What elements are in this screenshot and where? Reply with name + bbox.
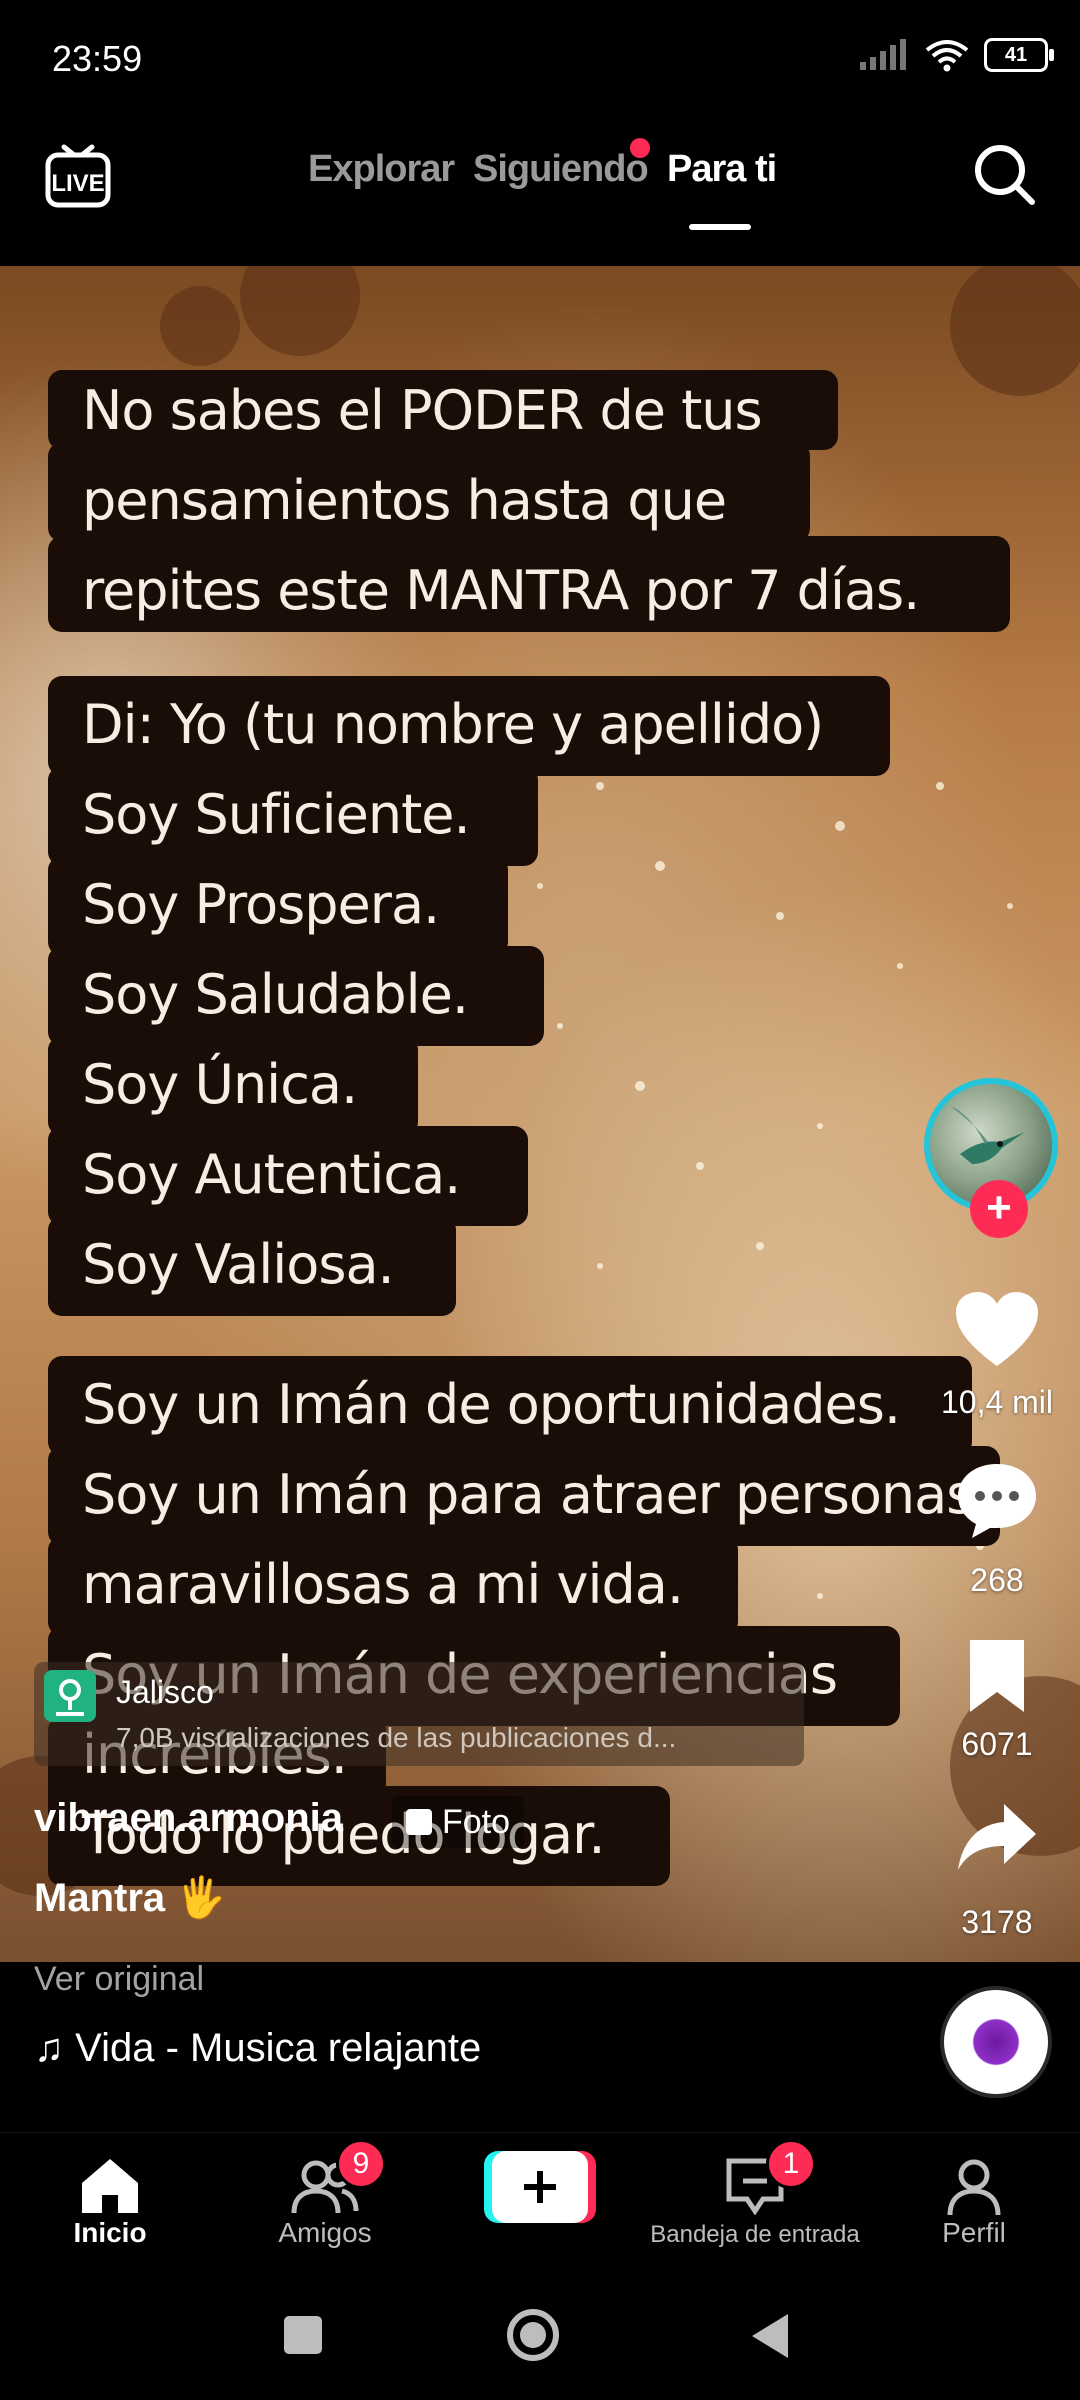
author-username[interactable]: vibraen.armonia — [34, 1796, 343, 1841]
share-count: 3178 — [961, 1904, 1033, 1940]
battery-level: 41 — [1004, 43, 1028, 66]
comment-button[interactable] — [954, 1460, 1040, 1540]
caption-line: pensamientos hasta que — [82, 469, 727, 532]
nav-inicio-label: Inicio — [73, 2217, 147, 2248]
plus-icon — [524, 2171, 556, 2203]
status-time: 23:59 — [52, 38, 143, 79]
search-icon — [975, 145, 1035, 205]
system-nav-bar — [0, 2282, 1080, 2400]
caption-line: Soy Suficiente. — [82, 783, 471, 846]
heart-icon — [956, 1292, 1038, 1366]
photo-icon — [406, 1809, 432, 1835]
caption-line: Soy un Imán de oportunidades. — [82, 1373, 901, 1436]
caption-line: Soy un Imán para atraer personas — [82, 1463, 974, 1526]
ver-original-link[interactable]: Ver original — [34, 1960, 204, 1999]
recents-button[interactable] — [284, 2316, 322, 2354]
location-pin-icon — [44, 1670, 96, 1722]
comment-icon — [958, 1464, 1036, 1538]
music-label[interactable]: ♫ Vida - Musica relajante — [34, 2026, 481, 2071]
caption-line: No sabes el PODER de tus — [82, 379, 763, 442]
back-button[interactable] — [748, 2312, 792, 2360]
share-icon — [958, 1804, 1036, 1870]
location-name: Jalisco — [116, 1674, 214, 1710]
bottom-nav: Inicio 9 Amigos 1 Bandeja de entrada Per… — [0, 2132, 1080, 2283]
nav-bandeja-label: Bandeja de entrada — [650, 2221, 860, 2248]
caption-line: Di: Yo (tu nombre y apellido) — [82, 693, 824, 756]
follow-button[interactable]: + — [970, 1180, 1028, 1238]
wifi-icon — [925, 40, 969, 72]
nav-inicio[interactable]: Inicio — [40, 2147, 180, 2277]
notification-dot — [630, 138, 650, 158]
amigos-badge: 9 — [336, 2139, 386, 2189]
signal-icon — [860, 39, 906, 70]
location-views: 7,0B visualizaciones de las publicacione… — [116, 1722, 677, 1753]
caption-line: Soy Única. — [82, 1053, 358, 1116]
nav-amigos-label: Amigos — [278, 2217, 372, 2248]
nav-bandeja[interactable]: 1 Bandeja de entrada — [640, 2139, 870, 2277]
create-button[interactable] — [484, 2151, 596, 2223]
caption-line: Soy Valiosa. — [82, 1233, 395, 1296]
profile-icon — [947, 2159, 1001, 2216]
tab-explorar[interactable]: Explorar — [308, 148, 455, 191]
live-button[interactable]: LIVE — [38, 135, 118, 215]
tab-siguiendo[interactable]: Siguiendo — [473, 148, 649, 191]
caption-line: Soy Saludable. — [82, 963, 469, 1026]
battery-icon: 41 — [984, 38, 1054, 72]
share-button[interactable] — [954, 1798, 1040, 1878]
caption-line: Soy Autentica. — [82, 1143, 461, 1206]
photo-type-chip: Foto — [392, 1796, 525, 1848]
bookmark-icon — [970, 1640, 1024, 1712]
comment-count: 268 — [970, 1562, 1024, 1598]
search-button[interactable] — [970, 140, 1040, 210]
live-label: LIVE — [51, 170, 105, 197]
nav-amigos[interactable]: 9 Amigos — [250, 2139, 400, 2277]
like-count: 10,4 mil — [940, 1384, 1054, 1420]
like-button[interactable] — [954, 1290, 1040, 1370]
nav-perfil-label: Perfil — [942, 2217, 1006, 2248]
music-disc[interactable] — [940, 1986, 1052, 2098]
nav-perfil[interactable]: Perfil — [904, 2147, 1044, 2277]
save-count: 6071 — [961, 1726, 1033, 1762]
post-description: Mantra 🖐 — [34, 1876, 227, 1920]
circle-icon — [507, 2309, 559, 2361]
home-button[interactable] — [506, 2308, 560, 2362]
tab-para-ti[interactable]: Para ti — [667, 148, 777, 191]
status-icons: 41 — [858, 38, 1054, 72]
back-triangle-icon — [752, 2314, 788, 2358]
active-tab-indicator — [689, 224, 751, 230]
home-icon — [82, 2159, 138, 2213]
photo-label: Foto — [442, 1802, 511, 1841]
caption-line: repites este MANTRA por 7 días. — [82, 559, 920, 622]
bandeja-badge: 1 — [766, 2139, 816, 2189]
save-button[interactable] — [964, 1636, 1030, 1716]
caption-line: Soy Prospera. — [82, 873, 440, 936]
caption-line: maravillosas a mi vida. — [82, 1553, 684, 1616]
